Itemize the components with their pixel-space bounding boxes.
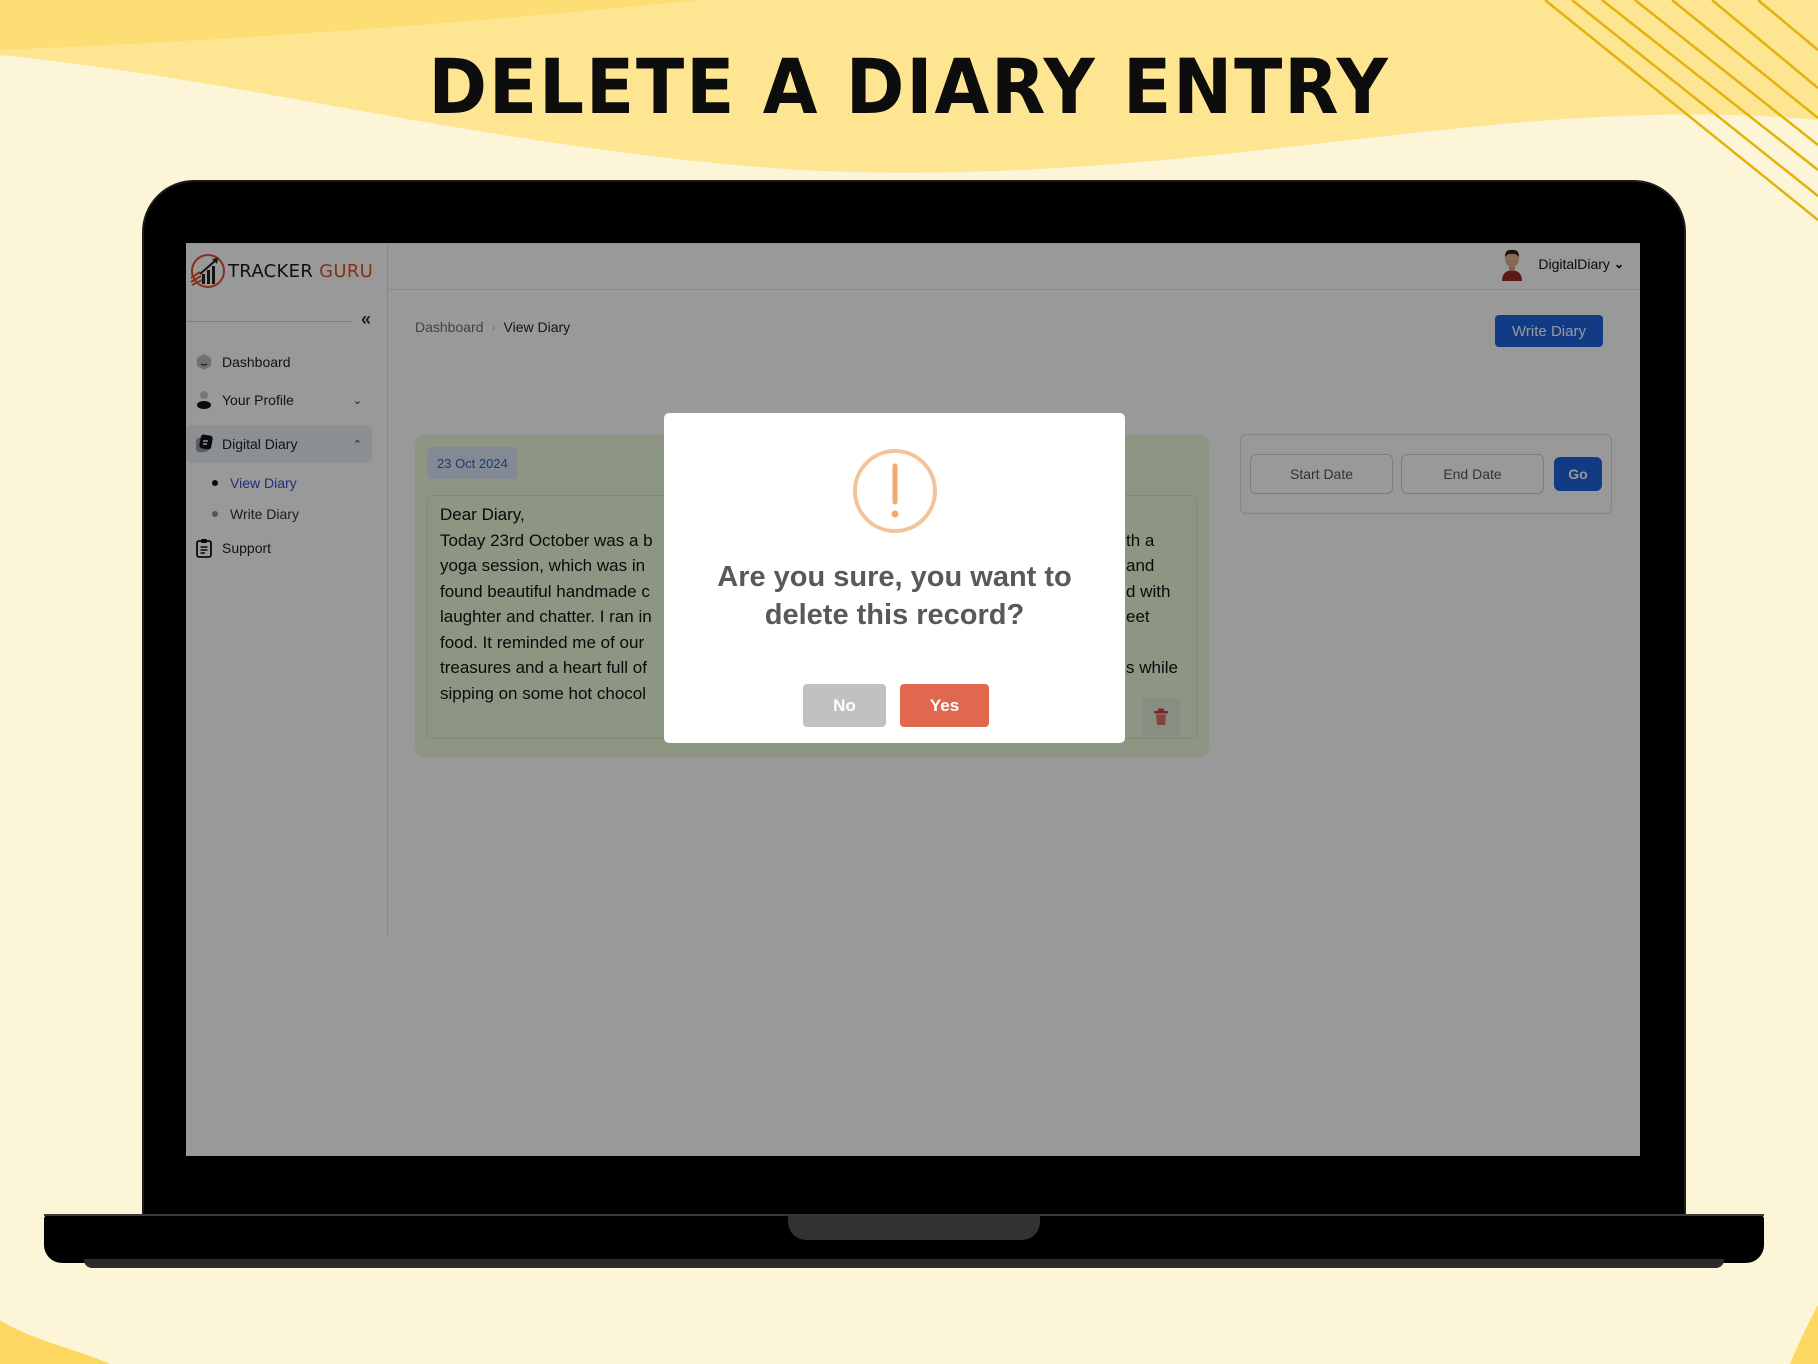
no-button[interactable]: No bbox=[803, 684, 886, 727]
app-screen: TRACKER GURU « Dashboard Your Profile ⌄ bbox=[186, 243, 1640, 1156]
warning-icon bbox=[853, 449, 937, 533]
laptop-notch bbox=[788, 1215, 1040, 1240]
dialog-title: Are you sure, you want to delete this re… bbox=[717, 561, 1072, 631]
banner-headline: DELETE A DIARY ENTRY bbox=[428, 42, 1390, 131]
delete-confirm-dialog: Are you sure, you want to delete this re… bbox=[664, 413, 1125, 743]
yes-button[interactable]: Yes bbox=[900, 684, 989, 727]
laptop-lip bbox=[84, 1259, 1724, 1268]
